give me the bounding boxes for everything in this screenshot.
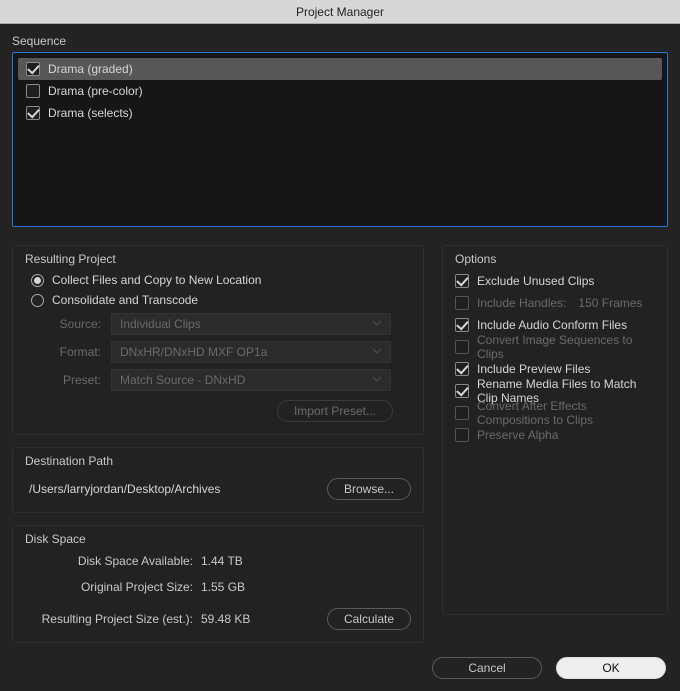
disk-space-group: Disk Space Disk Space Available: 1.44 TB… (12, 525, 424, 643)
disk-available-value: 1.44 TB (201, 554, 243, 568)
sequence-list[interactable]: Drama (graded) Drama (pre-color) Drama (… (12, 52, 668, 227)
option-preserve-alpha: Preserve Alpha (455, 424, 655, 446)
radio-label: Collect Files and Copy to New Location (52, 273, 261, 287)
radio-icon[interactable] (31, 274, 44, 287)
checkbox-icon (455, 428, 469, 442)
chevron-down-icon (372, 373, 382, 387)
destination-path-value: /Users/larryjordan/Desktop/Archives (29, 482, 220, 496)
format-select: DNxHR/DNxHD MXF OP1a (111, 341, 391, 363)
dialog-footer: Cancel OK (432, 657, 666, 679)
sequence-row[interactable]: Drama (pre-color) (18, 80, 662, 102)
disk-original-label: Original Project Size: (25, 580, 193, 594)
select-value: Match Source - DNxHD (120, 373, 245, 387)
options-group: Options Exclude Unused Clips Include Han… (442, 245, 668, 615)
handles-value: 150 Frames (578, 296, 642, 310)
option-label: Exclude Unused Clips (477, 274, 594, 288)
window-title: Project Manager (296, 5, 384, 19)
destination-path-label: Destination Path (25, 454, 411, 468)
radio-transcode[interactable]: Consolidate and Transcode (31, 290, 411, 310)
preset-label: Preset: (49, 373, 101, 387)
chevron-down-icon (372, 345, 382, 359)
option-exclude-unused[interactable]: Exclude Unused Clips (455, 270, 655, 292)
option-label: Include Preview Files (477, 362, 590, 376)
checkbox-icon (455, 296, 469, 310)
destination-path-group: Destination Path /Users/larryjordan/Desk… (12, 447, 424, 513)
checkbox-icon[interactable] (455, 318, 469, 332)
disk-resulting-value: 59.48 KB (201, 612, 250, 626)
checkbox-icon[interactable] (26, 62, 40, 76)
preset-select: Match Source - DNxHD (111, 369, 391, 391)
radio-label: Consolidate and Transcode (52, 293, 198, 307)
option-label: Include Handles: (477, 296, 566, 310)
disk-space-label: Disk Space (25, 532, 411, 546)
import-preset-button: Import Preset... (277, 400, 393, 422)
disk-original-value: 1.55 GB (201, 580, 245, 594)
calculate-button[interactable]: Calculate (327, 608, 411, 630)
options-label: Options (455, 252, 655, 266)
checkbox-icon[interactable] (455, 362, 469, 376)
source-label: Source: (49, 317, 101, 331)
checkbox-icon[interactable] (455, 274, 469, 288)
sequence-name: Drama (graded) (48, 62, 133, 76)
checkbox-icon (455, 406, 469, 420)
format-label: Format: (49, 345, 101, 359)
option-label: Preserve Alpha (477, 428, 558, 442)
resulting-project-group: Resulting Project Collect Files and Copy… (12, 245, 424, 435)
disk-available-label: Disk Space Available: (25, 554, 193, 568)
checkbox-icon (455, 340, 469, 354)
ok-button[interactable]: OK (556, 657, 666, 679)
titlebar: Project Manager (0, 0, 680, 24)
option-label: Convert Image Sequences to Clips (477, 333, 655, 361)
resulting-project-label: Resulting Project (25, 252, 411, 266)
sequence-row[interactable]: Drama (graded) (18, 58, 662, 80)
source-select: Individual Clips (111, 313, 391, 335)
disk-resulting-label: Resulting Project Size (est.): (25, 612, 193, 626)
option-convert-image-sequences: Convert Image Sequences to Clips (455, 336, 655, 358)
sequence-name: Drama (pre-color) (48, 84, 143, 98)
sequence-name: Drama (selects) (48, 106, 133, 120)
checkbox-icon[interactable] (26, 84, 40, 98)
option-convert-ae: Convert After Effects Compositions to Cl… (455, 402, 655, 424)
option-label: Convert After Effects Compositions to Cl… (477, 399, 655, 427)
sequence-row[interactable]: Drama (selects) (18, 102, 662, 124)
select-value: Individual Clips (120, 317, 201, 331)
radio-collect[interactable]: Collect Files and Copy to New Location (31, 270, 411, 290)
radio-icon[interactable] (31, 294, 44, 307)
dialog-body: Sequence Drama (graded) Drama (pre-color… (0, 24, 680, 691)
checkbox-icon[interactable] (455, 384, 469, 398)
checkbox-icon[interactable] (26, 106, 40, 120)
option-include-handles: Include Handles: 150 Frames (455, 292, 655, 314)
sequence-label: Sequence (12, 34, 668, 48)
chevron-down-icon (372, 317, 382, 331)
select-value: DNxHR/DNxHD MXF OP1a (120, 345, 267, 359)
option-label: Include Audio Conform Files (477, 318, 627, 332)
browse-button[interactable]: Browse... (327, 478, 411, 500)
cancel-button[interactable]: Cancel (432, 657, 542, 679)
